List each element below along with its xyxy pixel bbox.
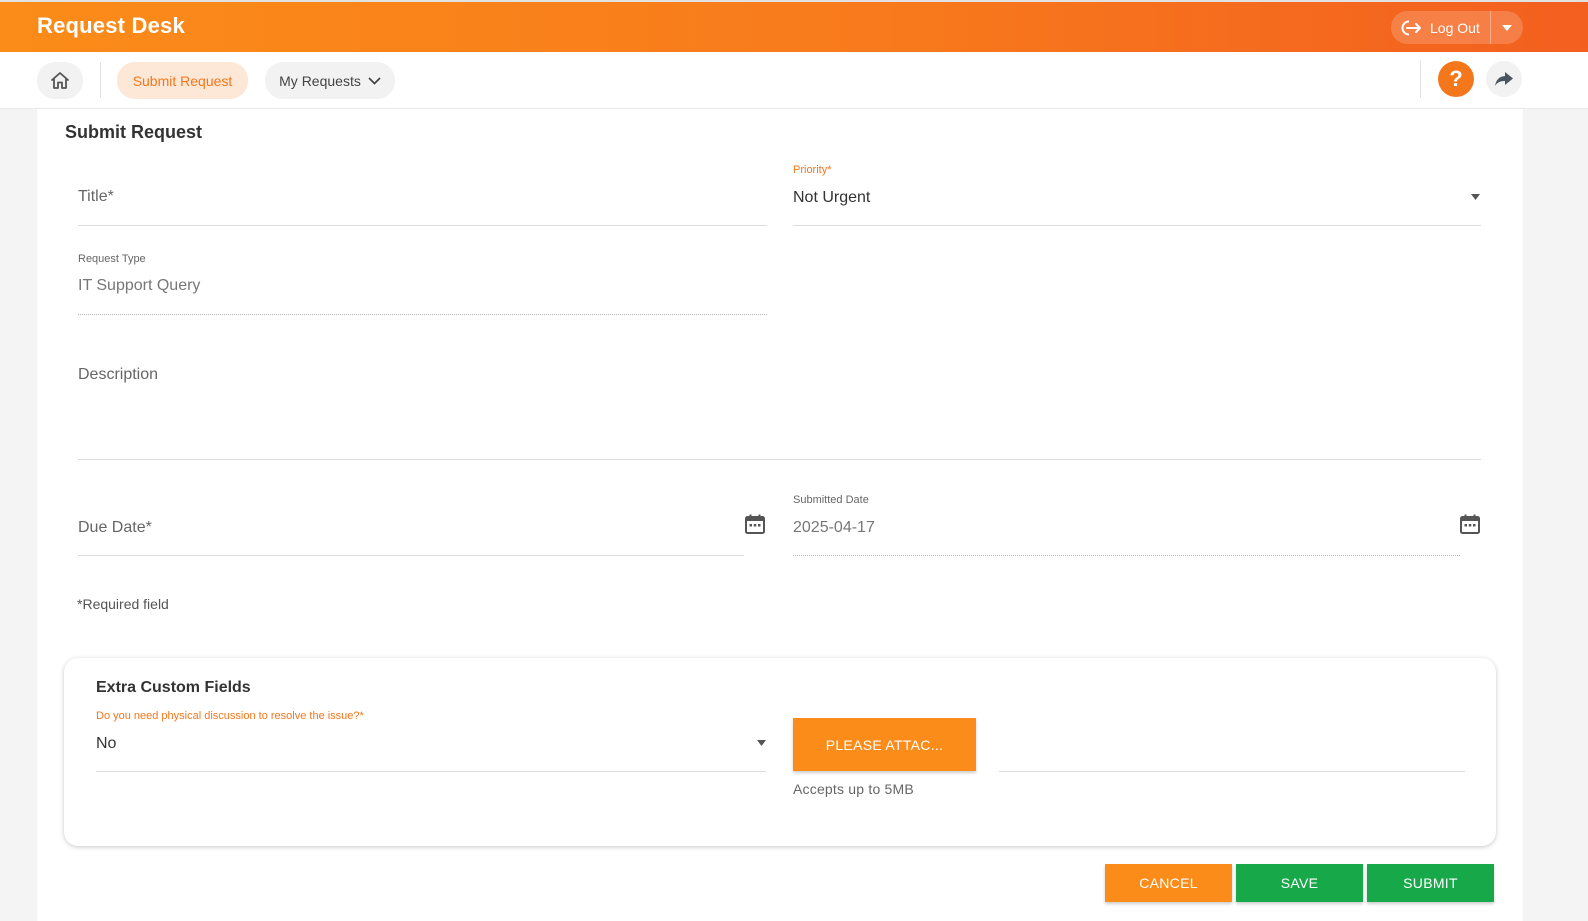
submit-button[interactable]: SUBMIT [1367,864,1494,902]
help-icon: ? [1449,66,1463,91]
calendar-icon[interactable] [744,513,766,535]
title-placeholder: Title* [78,188,114,205]
logout-icon [1401,20,1421,35]
nav-divider-right [1420,60,1421,98]
caret-down-icon [757,740,766,746]
nav-divider [100,62,101,98]
physical-discussion-select[interactable]: Do you need physical discussion to resol… [96,708,766,772]
priority-value: Not Urgent [793,189,871,206]
logout-menu-toggle[interactable] [1491,11,1523,44]
request-type-underline [78,314,767,315]
due-date-field[interactable]: Due Date* [78,499,744,556]
calendar-icon[interactable] [1459,513,1481,535]
attach-file-name-line [999,771,1465,772]
extra-custom-fields-title: Extra Custom Fields [96,679,251,696]
priority-select[interactable]: Priority* Not Urgent [793,159,1481,226]
share-icon [1495,72,1513,86]
priority-underline [793,225,1481,226]
logout-label: Log Out [1430,19,1480,36]
home-icon [51,72,69,89]
submitted-date-value: 2025-04-17 [793,519,875,536]
help-button[interactable]: ? [1438,61,1474,97]
caret-down-icon [1471,194,1480,200]
due-date-placeholder: Due Date* [78,519,152,536]
title-field[interactable]: Title* [78,169,767,226]
content-panel: Submit Request Title* Priority* Not Urge… [37,109,1523,921]
request-type-value: IT Support Query [78,277,201,294]
due-date-underline [78,555,744,556]
submitted-date-label: Submitted Date [793,494,869,506]
nav-submit-request[interactable]: Submit Request [117,62,248,99]
page-title: Submit Request [65,122,203,142]
attach-file-button[interactable]: PLEASE ATTAC... [793,718,976,771]
request-type-label: Request Type [78,253,146,265]
cancel-button[interactable]: CANCEL [1105,864,1232,902]
submitted-date-field: Submitted Date 2025-04-17 [793,490,1460,556]
description-placeholder: Description [78,366,159,383]
description-field[interactable]: Description [78,354,1481,460]
extra-custom-fields-card: Extra Custom Fields Do you need physical… [64,658,1496,846]
nav-my-requests[interactable]: My Requests [265,62,395,99]
logout-button[interactable]: Log Out [1391,11,1491,44]
priority-label: Priority* [793,164,832,176]
physical-discussion-underline [96,771,766,772]
title-underline [78,225,767,226]
nav-my-requests-label: My Requests [279,72,361,89]
home-button[interactable] [37,62,83,99]
chevron-down-icon [368,76,381,85]
share-button[interactable] [1486,61,1522,97]
logout-group: Log Out [1391,11,1523,44]
physical-discussion-label: Do you need physical discussion to resol… [96,710,364,722]
top-bar: Request Desk Log Out [0,0,1588,52]
caret-down-icon [1501,24,1512,31]
required-note: *Required field [77,596,169,612]
app-title: Request Desk [37,13,185,38]
nav-bar: Submit Request My Requests ? [0,52,1588,109]
request-type-field: Request Type IT Support Query [78,249,767,315]
save-button[interactable]: SAVE [1236,864,1363,902]
submitted-date-underline [793,555,1460,556]
accepts-size-note: Accepts up to 5MB [793,781,914,797]
description-underline [78,459,1481,460]
physical-discussion-value: No [96,735,117,752]
